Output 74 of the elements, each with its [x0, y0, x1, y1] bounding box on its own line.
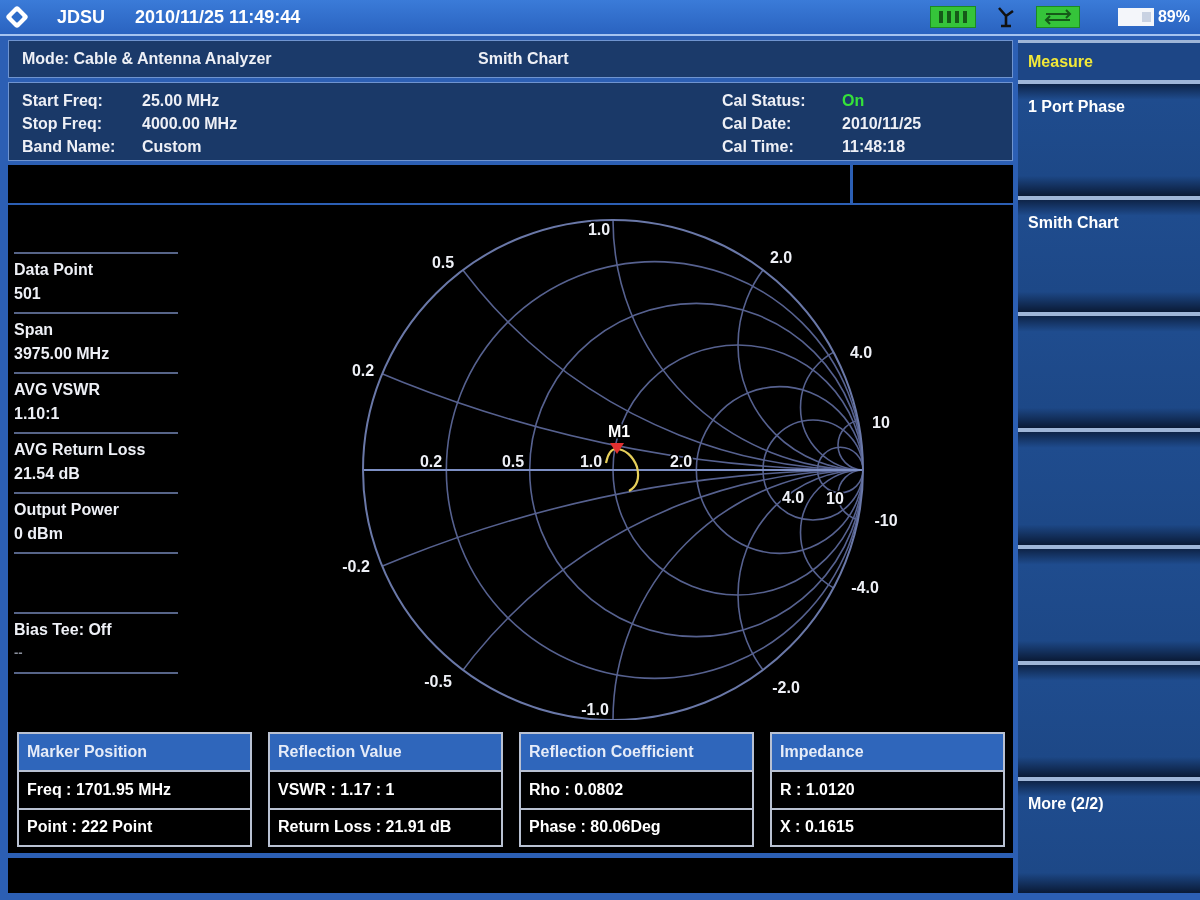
- trace-line: [604, 447, 640, 492]
- table-cell: Rho : 0.0802: [521, 770, 752, 808]
- setting-label: Cal Status:: [722, 91, 807, 110]
- bars-box-icon: [929, 6, 976, 28]
- table-cell: X : 0.1615: [772, 807, 1003, 845]
- grid-label: -0.2: [342, 557, 370, 575]
- table-cell: Point : 222 Point: [19, 807, 250, 845]
- measurement-label: Data Point: [14, 261, 94, 279]
- grid-label: 1.0: [587, 220, 611, 238]
- measurement-label: AVG VSWR: [14, 381, 100, 399]
- measurement-value: 0 dBm: [14, 525, 63, 543]
- more-button[interactable]: More (2/2): [1018, 776, 1200, 893]
- softkey-button[interactable]: Smith Chart: [1018, 196, 1200, 313]
- grid-label: 1.0: [579, 452, 603, 470]
- measurement-value: 1.10:1: [14, 405, 60, 423]
- grid-label: 2.0: [769, 248, 793, 266]
- measurement-label: Span: [14, 321, 54, 339]
- table-cell: Return Loss : 21.91 dB: [270, 807, 501, 845]
- setting-value: 25.00 MHz: [142, 91, 221, 110]
- setting-label: Start Freq:: [22, 91, 104, 110]
- setting-label: Stop Freq:: [22, 114, 103, 133]
- setting-label: Band Name:: [22, 137, 117, 156]
- grid-label: -0.5: [424, 672, 452, 690]
- measurement-value: 21.54 dB: [14, 465, 80, 483]
- grid-label: 0.2: [351, 361, 375, 379]
- view-title: Smith Chart: [478, 50, 569, 68]
- table-cell: R : 1.0120: [772, 770, 1003, 808]
- table-cell: Freq : 1701.95 MHz: [19, 770, 250, 808]
- grid-label: 10: [826, 489, 844, 507]
- bias-tee-value: --: [14, 645, 23, 660]
- blank-softkey[interactable]: [1018, 660, 1200, 777]
- menu-title: Measure: [1018, 40, 1200, 80]
- grid-label: 0.5: [501, 452, 525, 470]
- marker-label: M1: [607, 422, 631, 440]
- marker-icon[interactable]: [610, 443, 624, 454]
- setting-value: 2010/11/25: [842, 114, 923, 133]
- grid-label: -10: [874, 511, 898, 529]
- setting-label: Cal Date:: [722, 114, 793, 133]
- battery-icon: [1117, 8, 1154, 26]
- battery-percent: 89%: [1157, 8, 1190, 26]
- table-header: Marker Position: [19, 734, 250, 770]
- blank-softkey[interactable]: [1018, 312, 1200, 429]
- setting-label: Cal Time:: [722, 137, 795, 156]
- table-header: Impedance: [772, 734, 1003, 770]
- grid-label: -4.0: [851, 578, 879, 596]
- date-time: 2010/11/25 11:49:44: [135, 6, 301, 28]
- measurement-value: 501: [14, 285, 41, 303]
- cal-status-value: On: [842, 91, 866, 110]
- grid-label: -2.0: [772, 678, 800, 696]
- measurement-value: 3975.00 MHz: [14, 345, 110, 363]
- table-header: Reflection Coefficient: [521, 734, 752, 770]
- grid-label: 0.2: [419, 452, 443, 470]
- bias-tee-label: Bias Tee: Off: [14, 621, 112, 639]
- setting-value: 4000.00 MHz: [142, 114, 239, 133]
- brand-name: JDSU: [57, 6, 105, 28]
- grid-label: 4.0: [781, 488, 805, 506]
- arrows-box-icon: [1035, 6, 1080, 28]
- table-cell: VSWR : 1.17 : 1: [270, 770, 501, 808]
- antenna-icon: [995, 6, 1016, 28]
- table-header: Reflection Value: [270, 734, 501, 770]
- mode-label: Mode: Cable & Antenna Analyzer: [22, 50, 273, 68]
- grid-label: 2.0: [669, 452, 693, 470]
- measurement-label: AVG Return Loss: [14, 441, 146, 459]
- measurement-label: Output Power: [14, 501, 119, 519]
- setting-value: Custom: [142, 137, 203, 156]
- blank-softkey[interactable]: [1018, 428, 1200, 545]
- blank-softkey[interactable]: [1018, 544, 1200, 661]
- setting-value: 11:48:18: [842, 137, 907, 156]
- grid-label: 10: [872, 413, 890, 431]
- grid-label: 4.0: [849, 343, 873, 361]
- grid-label: -1.0: [581, 700, 609, 718]
- table-cell: Phase : 80.06Deg: [521, 807, 752, 845]
- softkey-button[interactable]: 1 Port Phase: [1018, 80, 1200, 197]
- grid-label: 0.5: [431, 253, 455, 271]
